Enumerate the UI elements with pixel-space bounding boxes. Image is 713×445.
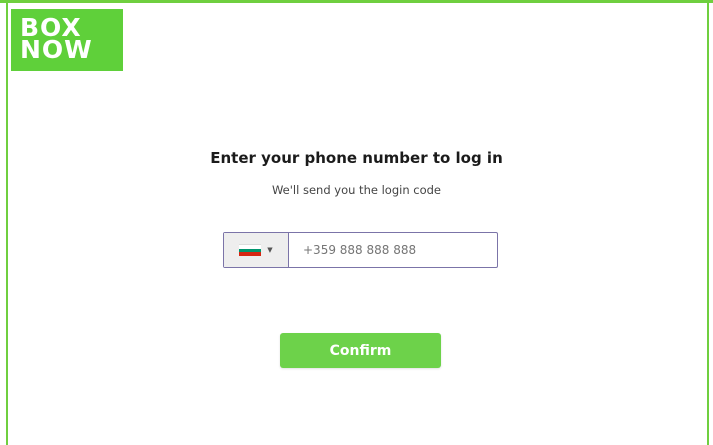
boxnow-logo[interactable]: BOX NOW xyxy=(11,9,123,71)
phone-input-group: ▼ xyxy=(223,232,498,268)
page-title: Enter your phone number to log in xyxy=(210,149,503,167)
chevron-down-icon: ▼ xyxy=(267,246,273,254)
logo-line-2: NOW xyxy=(20,35,93,64)
confirm-button[interactable]: Confirm xyxy=(280,333,441,368)
country-code-select[interactable]: ▼ xyxy=(224,233,289,267)
flag-bulgaria-icon xyxy=(239,244,262,257)
page: BOX NOW Enter your phone number to log i… xyxy=(0,0,713,445)
page-subtitle: We'll send you the login code xyxy=(271,183,441,197)
phone-number-input[interactable] xyxy=(289,233,497,267)
frame-border-left xyxy=(6,0,8,445)
frame-border-top xyxy=(0,0,713,3)
frame-border-right xyxy=(707,0,709,445)
